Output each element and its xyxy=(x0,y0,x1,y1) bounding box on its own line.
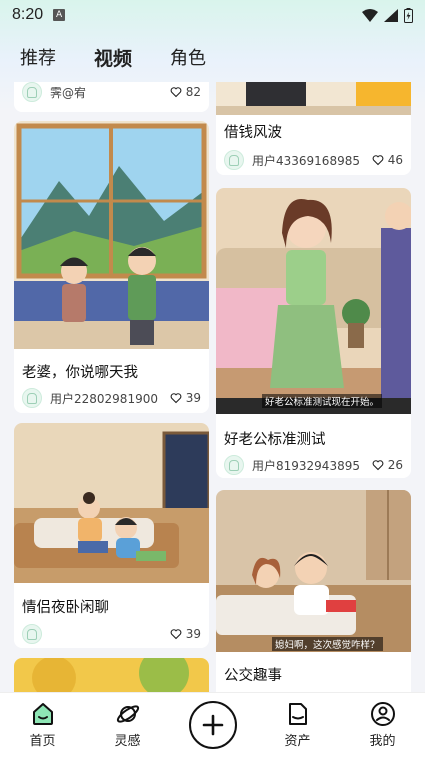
like-count[interactable]: 39 xyxy=(170,391,201,405)
nav-home[interactable]: 首页 xyxy=(13,701,73,749)
planet-icon xyxy=(116,705,139,723)
notification-a-icon: A xyxy=(53,9,66,21)
file-icon xyxy=(288,703,307,725)
status-icons xyxy=(362,7,413,23)
heart-icon xyxy=(170,393,182,404)
card-user: 用户81932943895 xyxy=(252,458,360,473)
video-card[interactable]: 借钱风波 用户43369168985 46 xyxy=(216,82,411,175)
video-thumbnail xyxy=(14,423,209,583)
card-title: 老婆，你说哪天我 xyxy=(22,365,138,381)
card-meta: 39 xyxy=(22,624,201,644)
heart-icon xyxy=(170,629,182,640)
card-title: 情侣夜卧闲聊 xyxy=(22,600,109,616)
avatar[interactable] xyxy=(22,388,42,408)
card-user: 用户22802981900 xyxy=(50,391,158,406)
home-icon xyxy=(32,703,53,725)
video-card[interactable]: 媳妇啊，这次感觉咋样？ 公交趣事 xyxy=(216,490,411,692)
video-caption: 好老公标准测试现在开始。 xyxy=(262,394,383,408)
plus-icon xyxy=(188,701,237,749)
video-card[interactable]: 霁@宥 82 xyxy=(14,82,209,112)
nav-create[interactable] xyxy=(183,701,243,749)
like-count[interactable]: 26 xyxy=(372,458,403,472)
video-thumbnail xyxy=(14,658,209,692)
video-caption: 媳妇啊，这次感觉咋样？ xyxy=(272,637,383,651)
wifi-icon xyxy=(362,8,378,22)
avatar[interactable] xyxy=(22,624,42,644)
card-meta: 用户22802981900 39 xyxy=(22,388,201,408)
battery-icon xyxy=(404,7,413,23)
nav-home-label: 首页 xyxy=(29,734,56,749)
avatar[interactable] xyxy=(224,150,244,170)
tab-video[interactable]: 视频 xyxy=(94,44,132,71)
like-count[interactable]: 39 xyxy=(170,627,201,641)
nav-inspiration[interactable]: 灵感 xyxy=(98,701,158,749)
video-feed: 霁@宥 82 借钱风波 用户43369168985 46 老婆，你说哪天我 用户… xyxy=(0,82,425,692)
video-thumbnail xyxy=(216,490,411,652)
avatar[interactable] xyxy=(224,455,244,475)
heart-icon xyxy=(170,87,182,98)
nav-assets[interactable]: 资产 xyxy=(268,701,328,749)
video-thumbnail xyxy=(216,82,411,115)
video-card[interactable]: 情侣夜卧闲聊 39 xyxy=(14,423,209,648)
nav-inspiration-label: 灵感 xyxy=(114,734,141,749)
card-meta: 霁@宥 82 xyxy=(22,82,201,102)
status-bar: 8:20 A xyxy=(0,0,425,30)
video-thumbnail xyxy=(216,188,411,414)
video-card[interactable]: 好老公标准测试现在开始。 好老公标准测试 用户81932943895 26 xyxy=(216,188,411,478)
video-card[interactable]: 老婆，你说哪天我 用户22802981900 39 xyxy=(14,121,209,413)
card-meta: 用户81932943895 26 xyxy=(224,455,403,475)
heart-icon xyxy=(372,155,384,166)
card-title: 借钱风波 xyxy=(224,125,282,141)
avatar[interactable] xyxy=(22,82,42,102)
signal-icon xyxy=(384,8,398,22)
status-time: 8:20 xyxy=(12,6,44,23)
bottom-nav: 首页 灵感 资产 我的 xyxy=(0,692,425,757)
tab-recommend[interactable]: 推荐 xyxy=(20,44,56,70)
like-count[interactable]: 46 xyxy=(372,153,403,167)
nav-assets-label: 资产 xyxy=(284,734,311,749)
card-user: 霁@宥 xyxy=(50,85,87,100)
card-user: 用户43369168985 xyxy=(252,153,360,168)
video-card[interactable] xyxy=(14,658,209,692)
profile-icon xyxy=(370,702,395,726)
nav-profile[interactable]: 我的 xyxy=(353,701,413,749)
card-title: 公交趣事 xyxy=(224,668,282,684)
top-tabs: 推荐 视频 角色 xyxy=(0,42,425,72)
like-count[interactable]: 82 xyxy=(170,85,201,99)
nav-profile-label: 我的 xyxy=(369,734,396,749)
video-thumbnail xyxy=(14,121,209,349)
tab-character[interactable]: 角色 xyxy=(170,44,206,70)
heart-icon xyxy=(372,460,384,471)
card-title: 好老公标准测试 xyxy=(224,432,326,448)
card-meta: 用户43369168985 46 xyxy=(224,150,403,170)
